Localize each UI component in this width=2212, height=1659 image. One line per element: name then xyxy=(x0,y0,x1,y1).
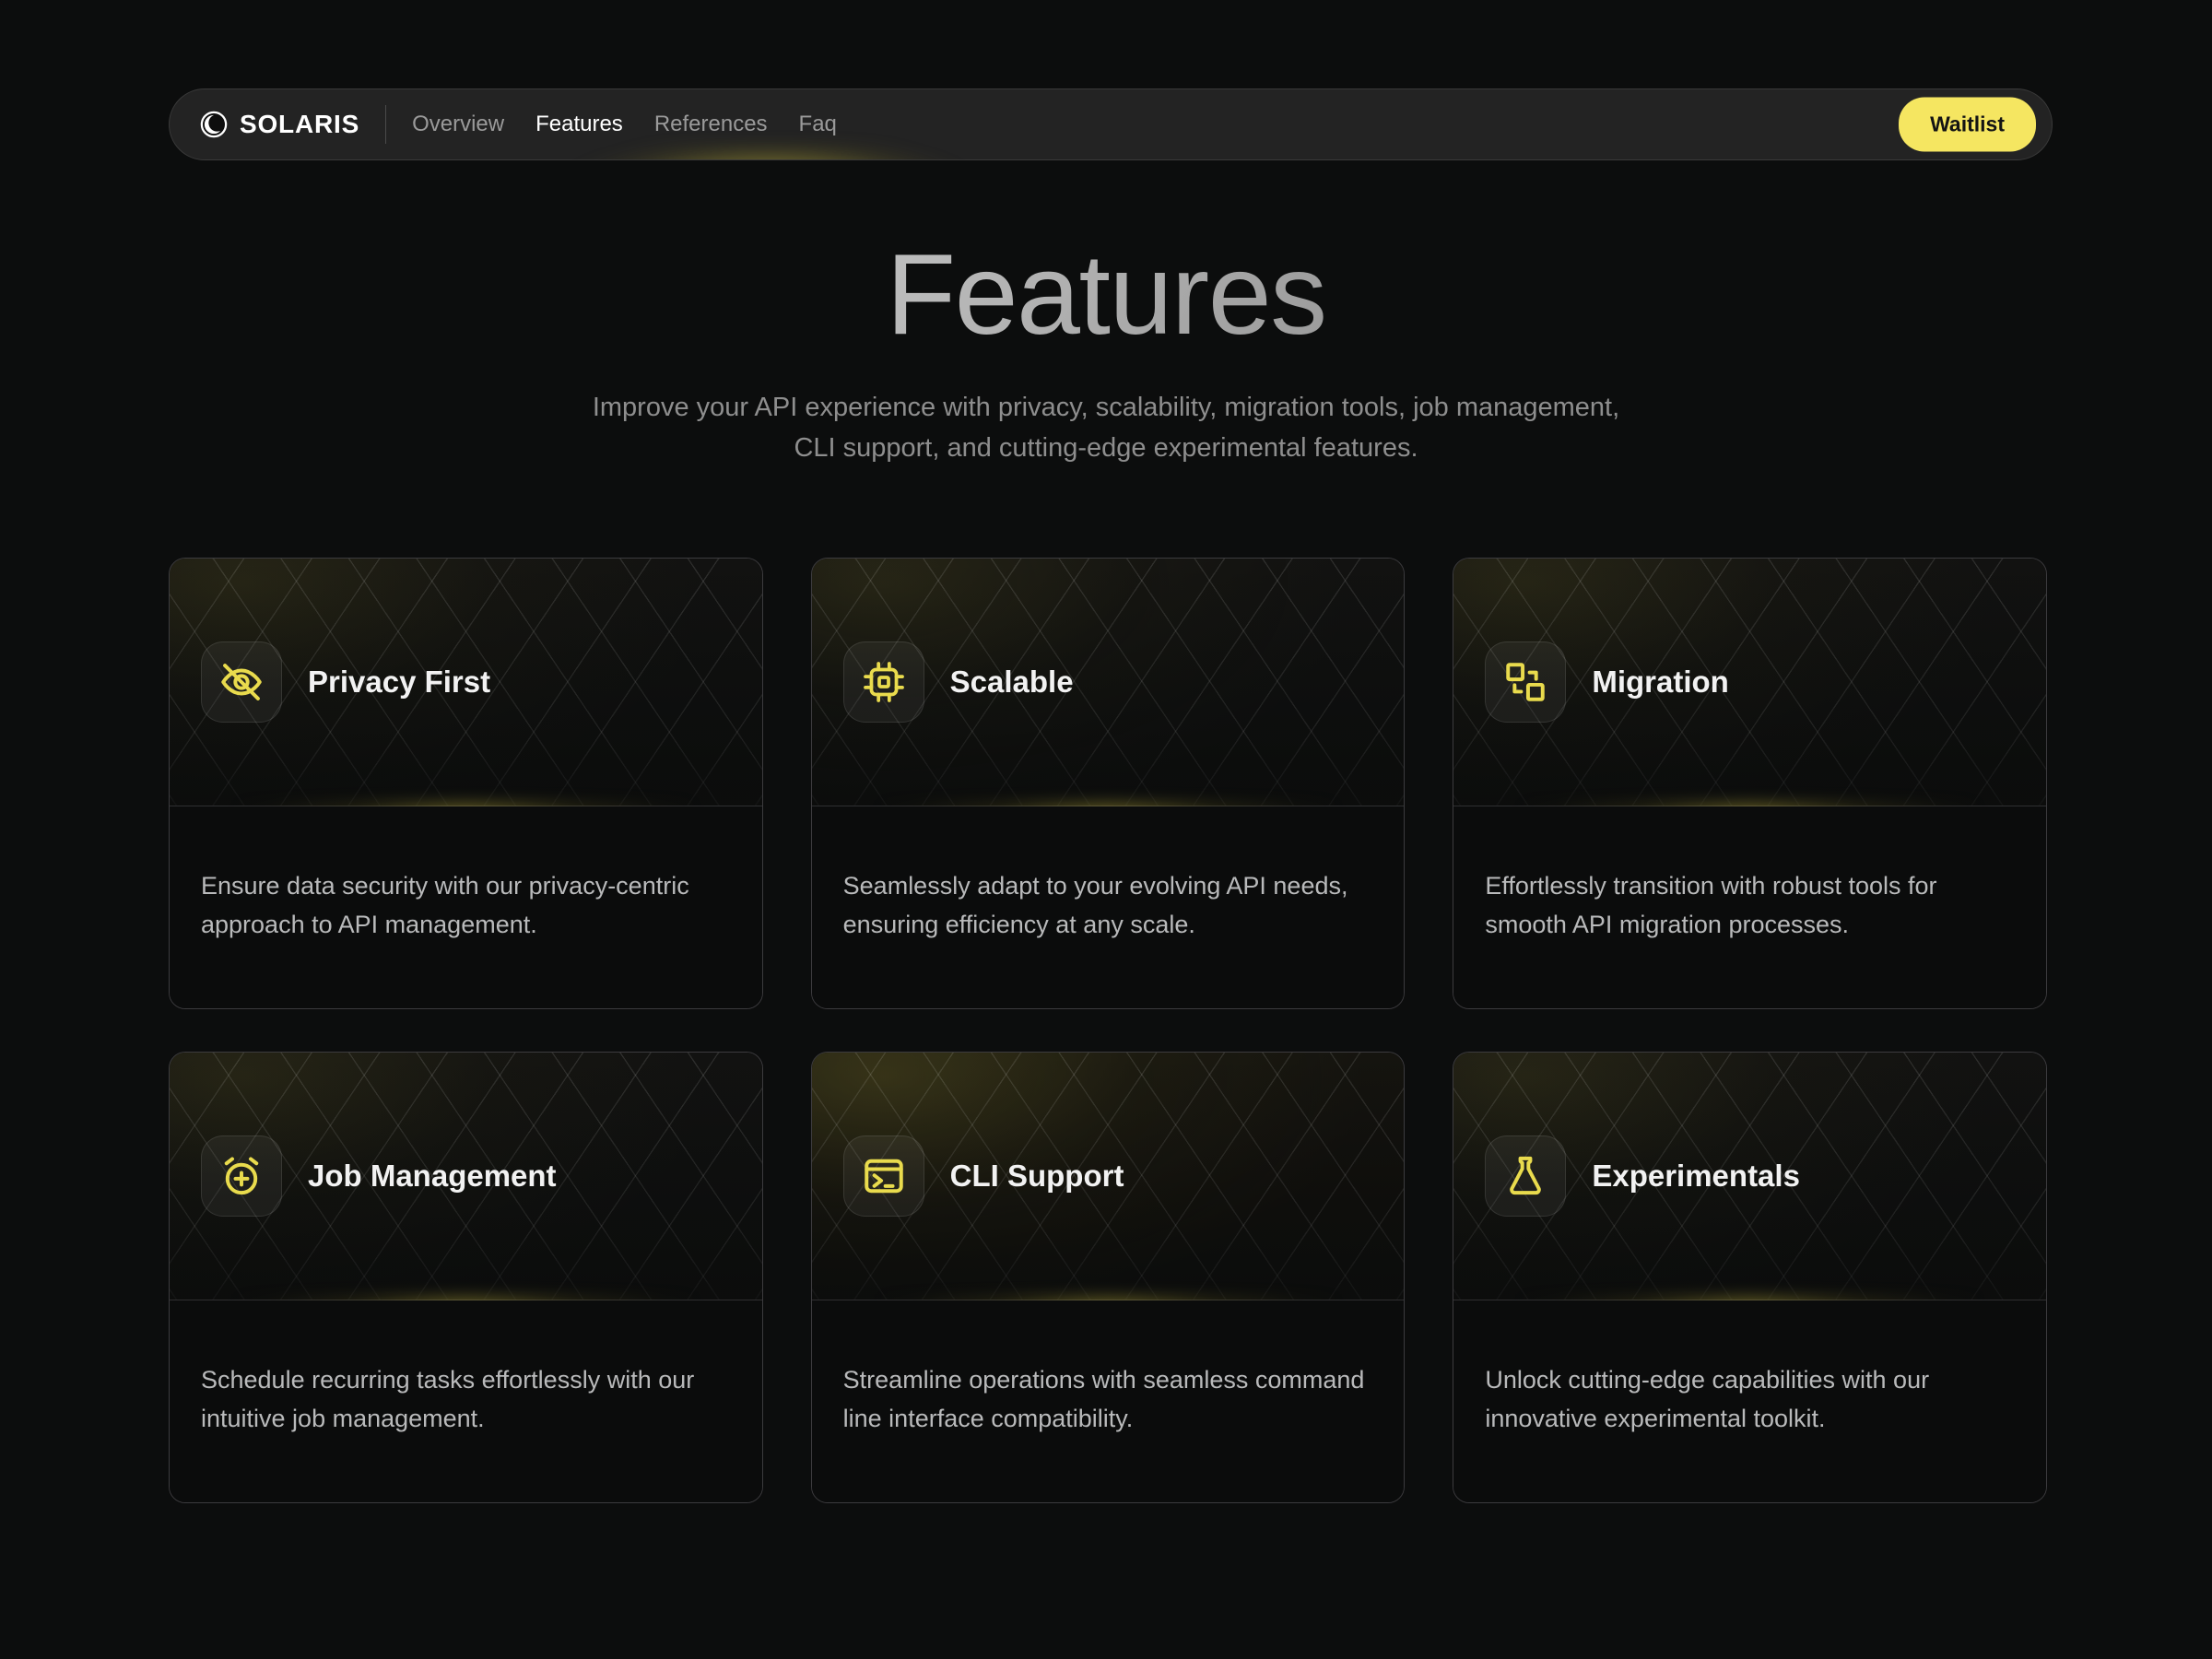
card-art-region: Job Management xyxy=(170,1053,762,1300)
nav-links: Overview Features References Faq xyxy=(412,112,837,137)
card-header: Scalable xyxy=(842,641,1074,723)
feature-card-scalable[interactable]: Scalable Seamlessly adapt to your evolvi… xyxy=(810,558,1406,1009)
card-header: CLI Support xyxy=(842,1135,1124,1217)
card-description: Seamlessly adapt to your evolving API ne… xyxy=(842,872,1348,938)
card-body: Schedule recurring tasks effortlessly wi… xyxy=(170,1300,762,1502)
icon-tile xyxy=(201,641,282,723)
card-description: Streamline operations with seamless comm… xyxy=(842,1366,1365,1432)
card-body: Effortlessly transition with robust tool… xyxy=(1453,806,2046,1008)
card-body: Unlock cutting-edge capabilities with ou… xyxy=(1453,1300,2046,1502)
nav-link-references[interactable]: References xyxy=(654,112,768,137)
features-grid: Privacy First Ensure data security with … xyxy=(169,558,2047,1503)
card-header: Job Management xyxy=(201,1135,557,1217)
terminal-icon xyxy=(864,1159,903,1194)
card-title: Privacy First xyxy=(308,665,491,699)
card-description: Schedule recurring tasks effortlessly wi… xyxy=(201,1366,695,1432)
feature-card-experimentals[interactable]: Experimentals Unlock cutting-edge capabi… xyxy=(1453,1052,2047,1503)
feature-card-cli-support[interactable]: CLI Support Streamline operations with s… xyxy=(810,1052,1406,1503)
card-header: Experimentals xyxy=(1485,1135,1800,1217)
navbar-glow xyxy=(557,143,981,159)
nav-link-overview[interactable]: Overview xyxy=(412,112,504,137)
feature-card-migration[interactable]: Migration Effortlessly transition with r… xyxy=(1453,558,2047,1009)
icon-tile xyxy=(201,1135,282,1217)
page-title: Features xyxy=(0,238,2212,352)
card-title: Scalable xyxy=(949,665,1074,699)
brand-logo[interactable]: SOLARIS xyxy=(200,110,359,139)
icon-tile xyxy=(1485,1135,1567,1217)
card-description: Effortlessly transition with robust tool… xyxy=(1485,872,1937,938)
card-body: Ensure data security with our privacy-ce… xyxy=(170,806,762,1008)
card-title: Job Management xyxy=(308,1159,557,1193)
icon-tile xyxy=(1485,641,1567,723)
waitlist-button[interactable]: Waitlist xyxy=(1899,97,2036,152)
flask-icon xyxy=(1510,1156,1542,1195)
card-body: Seamlessly adapt to your evolving API ne… xyxy=(811,806,1405,1008)
alarm-plus-icon xyxy=(224,1157,259,1195)
card-description: Unlock cutting-edge capabilities with ou… xyxy=(1485,1366,1930,1432)
eye-off-icon xyxy=(221,664,262,700)
nav-link-features[interactable]: Features xyxy=(535,112,623,137)
nav-link-faq[interactable]: Faq xyxy=(799,112,837,137)
card-header: Migration xyxy=(1485,641,1729,723)
top-navbar: SOLARIS Overview Features References Faq… xyxy=(169,88,2053,160)
card-title: Migration xyxy=(1592,665,1729,699)
icon-tile xyxy=(842,641,924,723)
feature-card-job-management[interactable]: Job Management Schedule recurring tasks … xyxy=(169,1052,763,1503)
card-art-region: Experimentals xyxy=(1453,1053,2046,1300)
brand-name: SOLARIS xyxy=(240,110,360,138)
page-root: SOLARIS Overview Features References Faq… xyxy=(0,0,2212,1659)
nav-divider xyxy=(385,105,387,144)
migration-squares-icon xyxy=(1506,663,1546,701)
icon-tile xyxy=(842,1135,924,1217)
card-body: Streamline operations with seamless comm… xyxy=(811,1300,1405,1502)
feature-card-privacy-first[interactable]: Privacy First Ensure data security with … xyxy=(169,558,763,1009)
cpu-chip-icon xyxy=(863,662,904,702)
card-title: Experimentals xyxy=(1592,1159,1800,1193)
card-description: Ensure data security with our privacy-ce… xyxy=(201,872,689,938)
card-header: Privacy First xyxy=(201,641,490,723)
card-art-region: CLI Support xyxy=(811,1053,1405,1300)
page-subtitle: Improve your API experience with privacy… xyxy=(592,393,1620,464)
crescent-moon-icon xyxy=(200,111,228,138)
card-art-region: Migration xyxy=(1453,559,2046,806)
card-art-region: Scalable xyxy=(811,559,1405,806)
card-title: CLI Support xyxy=(949,1159,1124,1193)
card-art-region: Privacy First xyxy=(170,559,762,806)
